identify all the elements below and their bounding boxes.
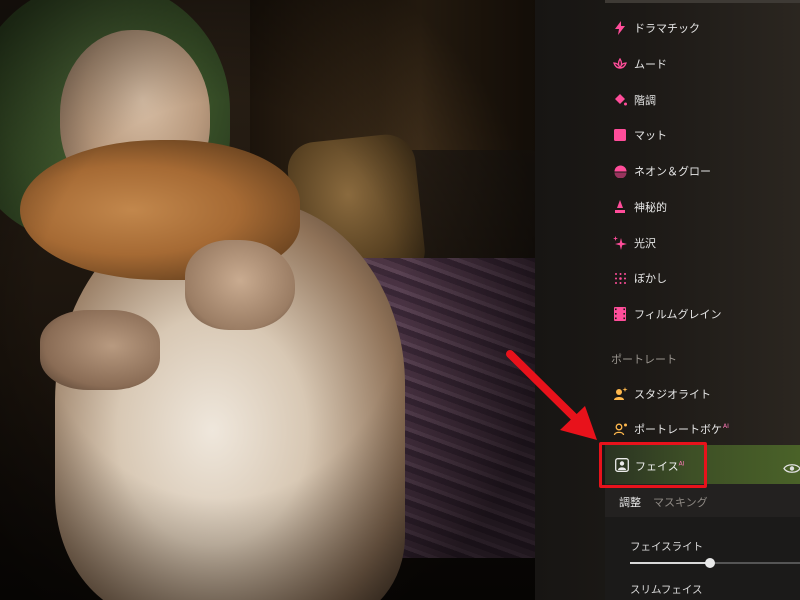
portrait-item-studio-light[interactable]: スタジオライト [535,379,800,409]
half-circle-icon [612,163,628,179]
film-icon [612,306,628,322]
bolt-icon [612,20,628,36]
photo-canvas [0,0,535,600]
effect-item-mystic[interactable]: 神秘的 [535,192,800,222]
eye-icon[interactable] [783,459,800,478]
effect-label: 階調 [634,94,656,107]
effect-label: フィルムグレイン [634,308,722,321]
effect-label: ポートレートボケAI [634,421,729,437]
effect-item-tone[interactable]: 階調 [535,85,800,115]
face-portrait-icon [615,457,629,472]
effect-label: スタジオライト [634,388,711,401]
effect-label: ぼかし [634,272,667,285]
portrait-item-face-selected[interactable]: フェイスAI [605,445,800,484]
effect-label: ネオン＆グロー [634,165,711,178]
lotus-icon [612,56,628,72]
slider-label-slim-face: スリムフェイス [630,584,703,596]
face-label-text: フェイス [635,460,679,473]
effect-item-gloss[interactable]: 光沢 [535,228,800,258]
face-label: フェイスAI [635,458,685,474]
effect-label: 光沢 [634,237,656,250]
effect-label: 神秘的 [634,201,667,214]
portrait-item-portrait-bokeh[interactable]: ポートレートボケAI [535,414,800,444]
tab-masking[interactable]: マスキング [653,494,708,510]
ai-badge: AI [723,423,729,431]
effect-item-dramatic[interactable]: ドラマチック [535,13,800,43]
face-light-slider[interactable] [630,558,800,568]
blur-dots-icon [612,270,628,286]
section-title-portrait: ポートレート [611,353,677,366]
panel-top-divider [605,0,800,3]
effect-label: ドラマチック [634,22,700,35]
slider-label-face-light: フェイスライト [630,541,704,553]
sparkle-icon [612,235,628,251]
slider-thumb[interactable] [704,558,715,568]
effect-item-matte[interactable]: マット [535,120,800,150]
square-icon [612,127,628,143]
photo-vignette [0,0,535,600]
bokeh-label-text: ポートレートボケ [634,423,722,436]
effect-label: マット [634,129,667,142]
ai-badge: AI [678,460,685,468]
paint-bucket-icon [612,92,628,108]
subpanel-tabs: 調整 マスキング [605,484,800,517]
effect-item-film-grain[interactable]: フィルムグレイン [535,299,800,329]
face-adjust-subpanel: 調整 マスキング フェイスライト スリムフェイス [605,484,800,600]
studio-light-icon [612,386,628,402]
effect-label: ムード [634,58,667,71]
effect-item-neon-glow[interactable]: ネオン＆グロー [535,156,800,186]
slider-fill [630,562,710,564]
effect-item-blur[interactable]: ぼかし [535,263,800,293]
tab-adjust[interactable]: 調整 [619,494,641,510]
portrait-bokeh-icon [612,421,628,437]
mystic-icon [612,199,628,215]
effect-item-mood[interactable]: ムード [535,49,800,79]
